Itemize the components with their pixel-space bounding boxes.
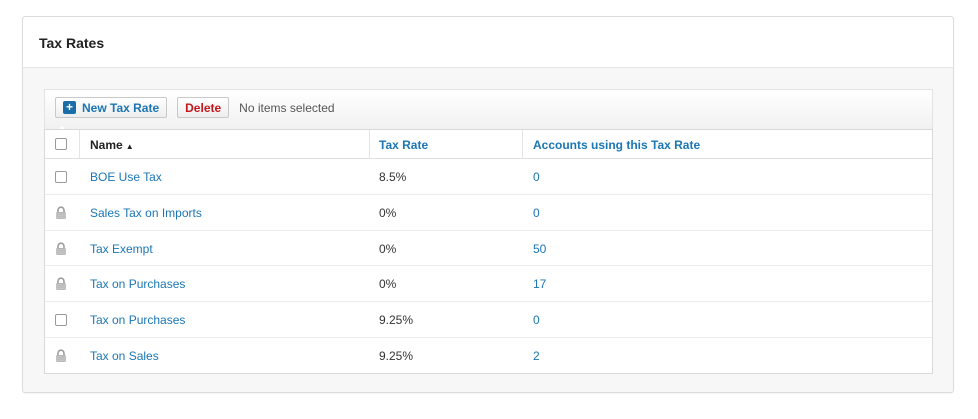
- table-row: Tax on Purchases 9.25% 0: [45, 302, 932, 338]
- table-row: Tax on Purchases 0% 17: [45, 266, 932, 303]
- accounts-count-link[interactable]: 0: [533, 313, 540, 327]
- column-header-name[interactable]: Name ▲: [90, 138, 134, 152]
- row-checkbox[interactable]: [55, 314, 67, 327]
- accounts-count-link[interactable]: 0: [533, 170, 540, 184]
- lock-icon: [54, 277, 68, 291]
- delete-button[interactable]: Delete: [177, 97, 230, 118]
- accounts-count-link[interactable]: 17: [533, 277, 546, 291]
- accounts-count-link[interactable]: 50: [533, 242, 546, 256]
- tax-rate-value: 0%: [379, 277, 397, 292]
- panel-header: Tax Rates: [23, 17, 953, 68]
- new-tax-rate-button[interactable]: + New Tax Rate: [55, 97, 168, 118]
- toolbar: + New Tax Rate Delete No items selected: [44, 89, 933, 141]
- table-row: BOE Use Tax 8.5% 0: [45, 159, 932, 195]
- table-body: BOE Use Tax 8.5% 0 Sales Tax on Imports …: [45, 159, 932, 374]
- table-row: Tax Exempt 0% 50: [45, 231, 932, 267]
- lock-icon: [54, 242, 68, 256]
- selection-status: No items selected: [239, 100, 335, 115]
- tax-rate-name-link[interactable]: Tax on Purchases: [90, 277, 185, 291]
- tax-rate-value: 0%: [379, 241, 397, 256]
- column-header-accounts[interactable]: Accounts using this Tax Rate: [533, 138, 700, 152]
- lock-icon: [54, 349, 68, 363]
- tax-rate-name-link[interactable]: Tax Exempt: [90, 242, 153, 256]
- column-header-name-label: Name: [90, 138, 123, 152]
- tax-rate-name-link[interactable]: BOE Use Tax: [90, 170, 162, 184]
- tax-rate-name-link[interactable]: Sales Tax on Imports: [90, 206, 202, 220]
- tax-rate-value: 8.5%: [379, 170, 407, 184]
- sort-ascending-icon: ▲: [125, 142, 134, 151]
- lock-icon: [54, 206, 68, 220]
- table-row: Sales Tax on Imports 0% 0: [45, 195, 932, 231]
- column-divider: [522, 130, 523, 159]
- tax-rate-name-link[interactable]: Tax on Purchases: [90, 313, 185, 327]
- row-checkbox[interactable]: [55, 171, 67, 183]
- new-tax-rate-label: New Tax Rate: [82, 100, 160, 115]
- tax-rates-panel: Tax Rates + New Tax Rate Delete No items…: [22, 16, 954, 393]
- tax-rate-name-link[interactable]: Tax on Sales: [90, 349, 159, 363]
- tax-rate-value: 9.25%: [379, 313, 414, 328]
- page-title: Tax Rates: [39, 35, 105, 51]
- accounts-count-link[interactable]: 0: [533, 206, 540, 220]
- table-header: Name ▲ Tax Rate Accounts using this Tax R…: [45, 130, 932, 159]
- table-row: Tax on Sales 9.25% 2: [45, 338, 932, 374]
- column-divider: [79, 130, 80, 159]
- tax-rates-table: Name ▲ Tax Rate Accounts using this Tax R…: [44, 129, 933, 374]
- column-header-tax-rate[interactable]: Tax Rate: [379, 138, 428, 152]
- select-all-checkbox[interactable]: [55, 138, 67, 150]
- accounts-count-link[interactable]: 2: [533, 349, 540, 363]
- column-divider: [369, 130, 370, 159]
- plus-icon: +: [63, 101, 76, 114]
- tax-rate-value: 9.25%: [379, 348, 414, 363]
- tax-rate-value: 0%: [379, 205, 397, 220]
